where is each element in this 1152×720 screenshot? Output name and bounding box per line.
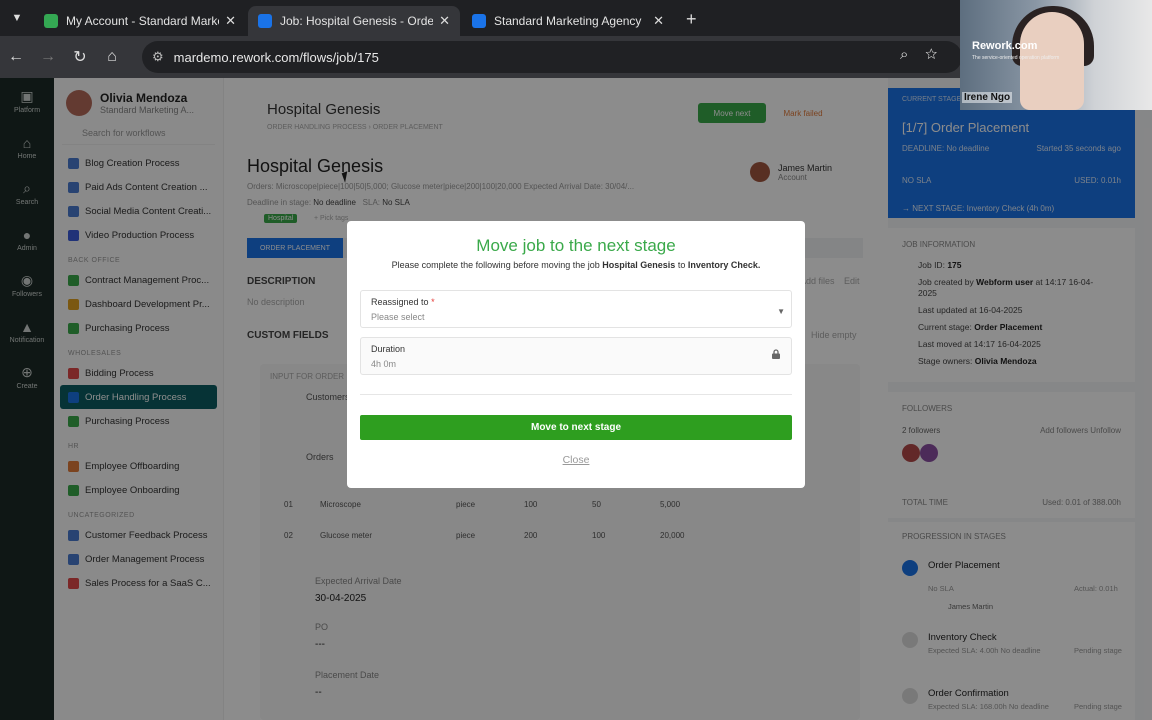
home-icon[interactable]: ⌂ <box>96 48 128 66</box>
rework-logo: Rework.com <box>972 40 1038 52</box>
close-tab-icon[interactable]: ✕ <box>653 13 664 29</box>
back-icon[interactable]: ← <box>0 48 32 66</box>
sub-text: Please complete the following before mov… <box>391 260 600 270</box>
rework-favicon-icon <box>44 14 58 28</box>
rework-favicon-icon <box>472 14 486 28</box>
job-name: Hospital Genesis <box>602 260 676 270</box>
tab-search-icon[interactable]: ▼ <box>0 0 34 36</box>
move-stage-dialog: Move job to the next stage Please comple… <box>347 221 805 488</box>
field-value: 4h 0m <box>371 359 397 369</box>
close-tab-icon[interactable]: ✕ <box>439 13 450 29</box>
toolbar-right: ⌕ ☆ <box>900 46 937 63</box>
field-label: Reassigned to * <box>371 297 435 307</box>
move-to-next-stage-button[interactable]: Move to next stage <box>360 415 792 440</box>
new-tab-icon[interactable]: + <box>686 9 697 30</box>
rework-favicon-icon <box>258 14 272 28</box>
bookmark-star-icon[interactable]: ☆ <box>925 46 937 63</box>
tab-title: Job: Hospital Genesis - Order H <box>280 14 434 28</box>
sub-text: to <box>677 260 686 270</box>
presenter-face <box>1020 12 1084 110</box>
tab-title: Standard Marketing Agency <box>494 14 642 28</box>
url-text: mardemo.rework.com/flows/job/175 <box>173 49 379 65</box>
close-button[interactable]: Close <box>347 454 805 466</box>
lock-icon <box>772 349 780 359</box>
reload-icon[interactable]: ↻ <box>64 47 96 67</box>
browser-tab-job[interactable]: Job: Hospital Genesis - Order H ✕ <box>248 6 460 36</box>
reassigned-to-select[interactable]: Reassigned to * Please select ▼ <box>360 290 792 328</box>
site-info-icon[interactable]: ⚙ <box>152 49 164 65</box>
field-label: Duration <box>371 344 406 354</box>
divider <box>360 394 792 395</box>
zoom-icon[interactable]: ⌕ <box>900 46 908 63</box>
field-placeholder: Please select <box>371 312 425 322</box>
target-stage: Inventory Check. <box>687 260 761 270</box>
presenter-name: Irene Ngo <box>962 92 1013 103</box>
duration-field: Duration 4h 0m <box>360 337 792 375</box>
rework-tagline: The service-oriented operation platform <box>972 55 1060 61</box>
browser-tab-agency[interactable]: Standard Marketing Agency ✕ <box>462 6 674 36</box>
chevron-down-icon: ▼ <box>777 307 785 316</box>
forward-icon[interactable]: → <box>32 48 64 66</box>
browser-tab-my-account[interactable]: My Account - Standard Marketi ✕ <box>34 6 246 36</box>
tab-title: My Account - Standard Marketi <box>66 14 220 28</box>
close-tab-icon[interactable]: ✕ <box>225 13 236 29</box>
address-bar[interactable]: ⚙ mardemo.rework.com/flows/job/175 <box>142 41 962 73</box>
label-text: Reassigned to <box>371 297 429 307</box>
dialog-subtitle: Please complete the following before mov… <box>347 260 805 270</box>
dialog-title: Move job to the next stage <box>476 236 676 255</box>
webcam-overlay: Rework.com The service-oriented operatio… <box>960 0 1152 110</box>
required-mark: * <box>431 297 435 307</box>
